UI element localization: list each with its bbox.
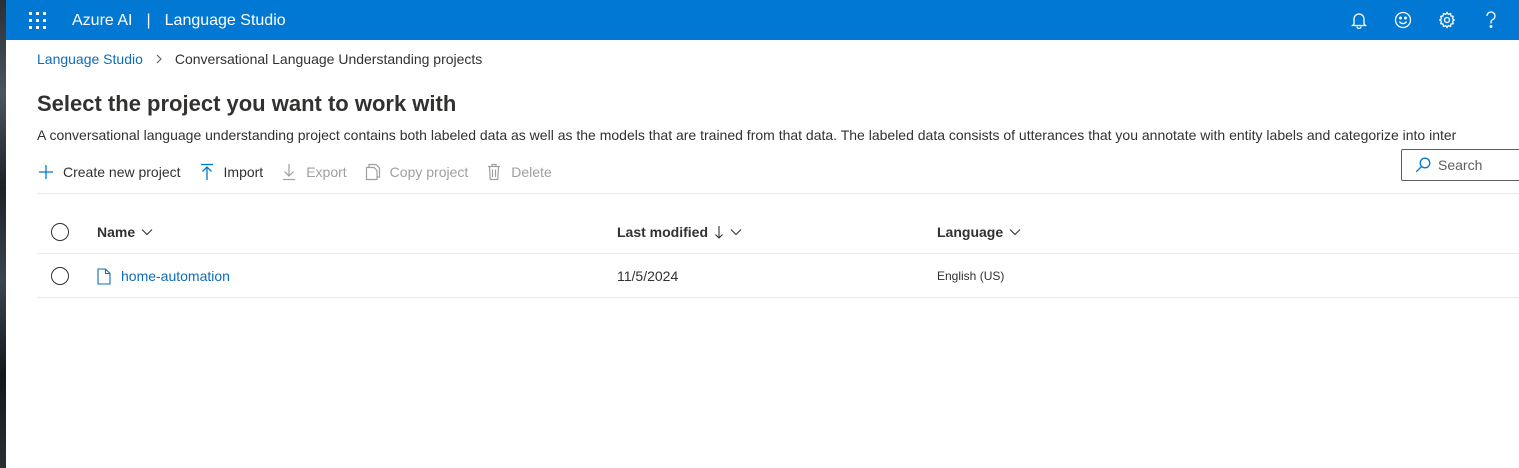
delete-label: Delete: [511, 164, 552, 180]
sort-descending-icon: [714, 225, 724, 239]
app-brand: Azure AI | Language Studio: [72, 11, 286, 31]
column-modified-label: Last modified: [617, 224, 709, 240]
project-name-link[interactable]: home-automation: [97, 267, 230, 285]
upload-icon: [198, 163, 216, 181]
chevron-right-icon: [155, 54, 163, 64]
column-header-language[interactable]: Language: [937, 223, 1021, 241]
export-label: Export: [306, 164, 347, 180]
trash-icon: [485, 163, 503, 181]
chevron-down-icon: [141, 228, 153, 236]
document-icon: [97, 267, 113, 285]
search-placeholder: Search: [1438, 157, 1483, 173]
create-new-project-label: Create new project: [63, 164, 181, 180]
plus-icon: [37, 163, 55, 181]
select-all-radio[interactable]: [51, 223, 69, 241]
project-last-modified: 11/5/2024: [617, 268, 679, 284]
row-select-radio[interactable]: [51, 267, 69, 285]
import-button[interactable]: Import: [198, 163, 264, 181]
help-icon[interactable]: [1481, 10, 1501, 30]
chevron-down-icon: [730, 228, 742, 236]
column-language-label: Language: [937, 224, 1004, 240]
smiley-icon[interactable]: [1393, 10, 1413, 30]
bell-icon[interactable]: [1349, 10, 1369, 30]
copy-icon: [364, 163, 382, 181]
copy-project-label: Copy project: [389, 164, 469, 180]
brand-azure-ai[interactable]: Azure AI: [72, 12, 132, 29]
app-window: Azure AI | Language Studio Language Stud…: [6, 0, 1519, 468]
column-name-label: Name: [97, 224, 136, 240]
column-header-name[interactable]: Name: [97, 223, 153, 241]
command-bar-divider: [37, 193, 1519, 194]
page-description: A conversational language understanding …: [37, 127, 1457, 143]
search-input[interactable]: Search: [1401, 149, 1519, 181]
column-header-last-modified[interactable]: Last modified: [617, 223, 742, 241]
breadcrumb: Language Studio Conversational Language …: [37, 50, 482, 68]
delete-button[interactable]: Delete: [485, 163, 552, 181]
page-title: Select the project you want to work with: [37, 91, 457, 116]
search-icon: [1414, 156, 1432, 174]
copy-project-button[interactable]: Copy project: [364, 163, 469, 181]
project-name: home-automation: [121, 268, 230, 284]
top-bar: Azure AI | Language Studio: [6, 0, 1519, 40]
import-label: Import: [223, 164, 264, 180]
table-row[interactable]: home-automation 11/5/2024 English (US): [37, 254, 1519, 298]
breadcrumb-current: Conversational Language Understanding pr…: [174, 51, 483, 67]
waffle-icon[interactable]: [29, 12, 46, 29]
breadcrumb-language-studio[interactable]: Language Studio: [37, 50, 143, 68]
brand-product[interactable]: Language Studio: [165, 12, 286, 29]
table-header: Name Last modified Language: [37, 210, 1519, 254]
top-bar-actions: [1349, 10, 1501, 30]
export-button[interactable]: Export: [280, 163, 347, 181]
gear-icon[interactable]: [1437, 10, 1457, 30]
command-bar: Create new project Import Export Copy pr…: [37, 158, 569, 186]
brand-separator: |: [146, 12, 151, 29]
download-icon: [280, 163, 298, 181]
chevron-down-icon: [1009, 228, 1021, 236]
create-new-project-button[interactable]: Create new project: [37, 163, 181, 181]
project-language: English (US): [937, 269, 1005, 283]
